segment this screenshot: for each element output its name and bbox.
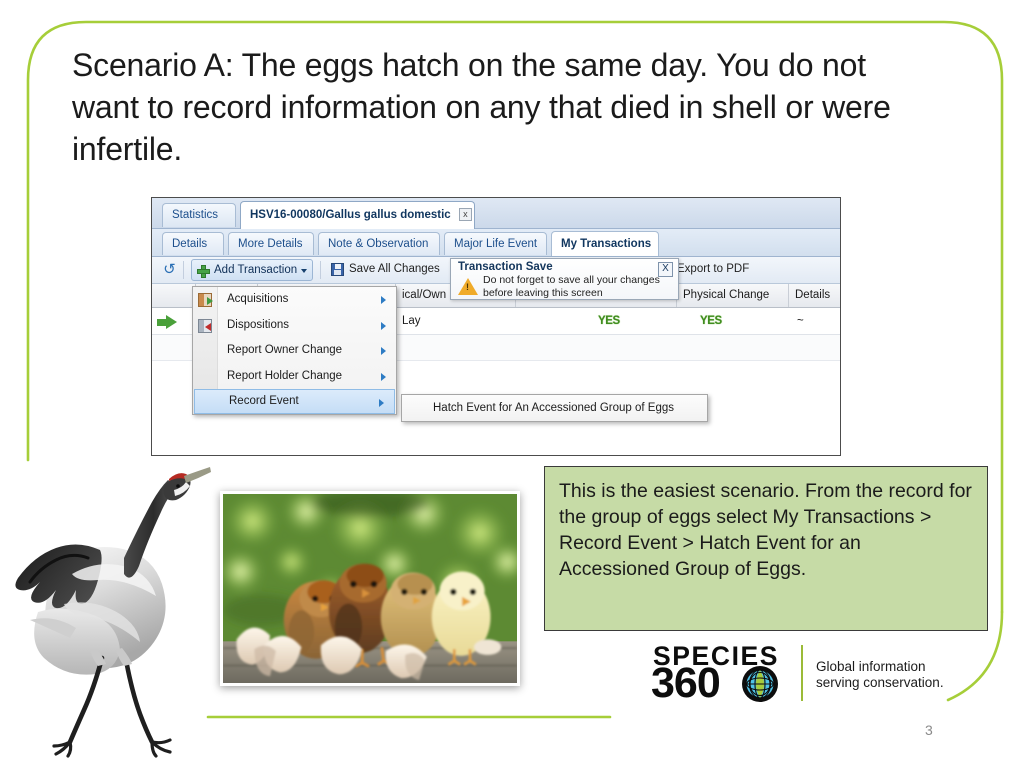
menu-item-acquisitions[interactable]: Acquisitions	[193, 287, 396, 313]
tab-note-observation-label: Note & Observation	[328, 238, 429, 250]
menu-item-record-event-label: Record Event	[229, 395, 299, 407]
column-header-details-label: Details	[795, 289, 831, 301]
globe-icon	[742, 666, 778, 702]
logo-divider	[801, 645, 803, 701]
submenu-item-hatch-event[interactable]: Hatch Event for An Accessioned Group of …	[402, 395, 707, 421]
tab-details-label: Details	[172, 238, 208, 250]
cell-type: Lay	[402, 315, 421, 327]
menu-item-report-owner-change-label: Report Owner Change	[227, 344, 343, 356]
save-disk-icon	[331, 263, 344, 276]
menu-item-report-holder-change[interactable]: Report Holder Change	[193, 364, 396, 390]
logo-360-text: 360	[651, 659, 721, 707]
menu-item-dispositions-label: Dispositions	[227, 318, 289, 331]
tab-animal-record[interactable]: HSV16-00080/Gallus gallus domestic x	[240, 201, 475, 229]
tab-details[interactable]: Details	[162, 232, 224, 255]
logo-tagline: Global information serving conservation.	[816, 659, 944, 691]
chicks-illustration	[223, 494, 517, 683]
column-header-local-owner-label: ical/Own	[402, 289, 447, 301]
tab-note-observation[interactable]: Note & Observation	[318, 232, 440, 255]
record-event-submenu: Hatch Event for An Accessioned Group of …	[401, 394, 708, 422]
crane-bird-illustration	[8, 462, 213, 760]
secondary-tab-bar: Details More Details Note & Observation …	[152, 229, 840, 257]
menu-item-record-event[interactable]: Record Event	[194, 389, 395, 414]
door-exit-icon	[198, 318, 212, 333]
column-header-physical-change-label: Physical Change	[683, 289, 770, 301]
menu-item-report-holder-change-label: Report Holder Change	[227, 369, 343, 382]
logo-tagline-line1: Global information	[816, 659, 926, 674]
chevron-right-icon	[381, 296, 386, 304]
tab-animal-record-label: HSV16-00080/Gallus gallus domestic	[250, 209, 451, 221]
warning-icon	[458, 278, 478, 295]
crane-bird-svg	[15, 467, 211, 758]
species360-logo: SPECIES 360 Global information serving c…	[651, 641, 1003, 707]
row-selector-arrow-icon[interactable]	[166, 315, 177, 329]
export-to-pdf-label: Export to PDF	[677, 263, 750, 275]
tab-my-transactions-label: My Transactions	[561, 238, 652, 250]
page-title: Scenario A: The eggs hatch on the same d…	[72, 47, 891, 168]
transaction-save-body: Do not forget to save all your changes b…	[483, 274, 660, 299]
cell-yes-2: YES	[700, 315, 722, 327]
save-all-changes-label: Save All Changes	[349, 263, 440, 275]
door-enter-icon	[198, 293, 213, 307]
logo-tagline-line2: serving conservation.	[816, 675, 944, 690]
baby-chicks-photo	[220, 491, 520, 686]
page-number: 3	[925, 722, 933, 738]
transaction-save-tooltip: Transaction Save X Do not forget to save…	[450, 258, 679, 300]
app-screenshot: Statistics HSV16-00080/Gallus gallus dom…	[151, 197, 841, 456]
export-to-pdf-button[interactable]: Export to PDF	[677, 259, 749, 281]
tab-major-life-event-label: Major Life Event	[454, 238, 538, 250]
row-selector-arrow-tail-icon	[157, 319, 167, 326]
menu-item-report-owner-change[interactable]: Report Owner Change	[193, 338, 396, 364]
plus-icon	[197, 265, 210, 278]
tab-more-details[interactable]: More Details	[228, 232, 314, 255]
tab-statistics-label: Statistics	[172, 209, 219, 221]
chevron-right-icon	[379, 399, 384, 407]
chevron-down-icon	[301, 269, 307, 273]
chevron-right-icon	[381, 347, 386, 355]
tab-more-details-label: More Details	[238, 238, 303, 250]
refresh-icon[interactable]: ↻	[161, 261, 178, 278]
tab-my-transactions[interactable]: My Transactions	[551, 231, 659, 256]
transaction-save-title: Transaction Save	[458, 261, 553, 273]
menu-item-dispositions[interactable]: Dispositions	[193, 313, 396, 339]
callout-box: This is the easiest scenario. From the r…	[544, 466, 988, 631]
add-transaction-menu: Acquisitions Dispositions Report Owner C…	[192, 286, 397, 415]
chevron-right-icon	[381, 372, 386, 381]
column-header-details: Details	[789, 284, 840, 307]
cell-yes-1: YES	[598, 315, 620, 327]
primary-tab-bar: Statistics HSV16-00080/Gallus gallus dom…	[152, 198, 840, 229]
submenu-item-hatch-event-label: Hatch Event for An Accessioned Group of …	[433, 402, 675, 414]
menu-item-acquisitions-label: Acquisitions	[227, 293, 289, 305]
chevron-right-icon	[381, 321, 386, 330]
tab-major-life-event[interactable]: Major Life Event	[444, 232, 547, 255]
save-all-changes-button[interactable]: Save All Changes	[329, 259, 440, 281]
close-icon[interactable]: x	[458, 208, 472, 221]
cell-details: ~	[797, 315, 804, 327]
add-transaction-label: Add Transaction	[214, 264, 298, 276]
column-header-physical-change: Physical Change	[677, 284, 789, 307]
tab-statistics[interactable]: Statistics	[162, 203, 236, 227]
add-transaction-button[interactable]: Add Transaction	[191, 259, 313, 281]
